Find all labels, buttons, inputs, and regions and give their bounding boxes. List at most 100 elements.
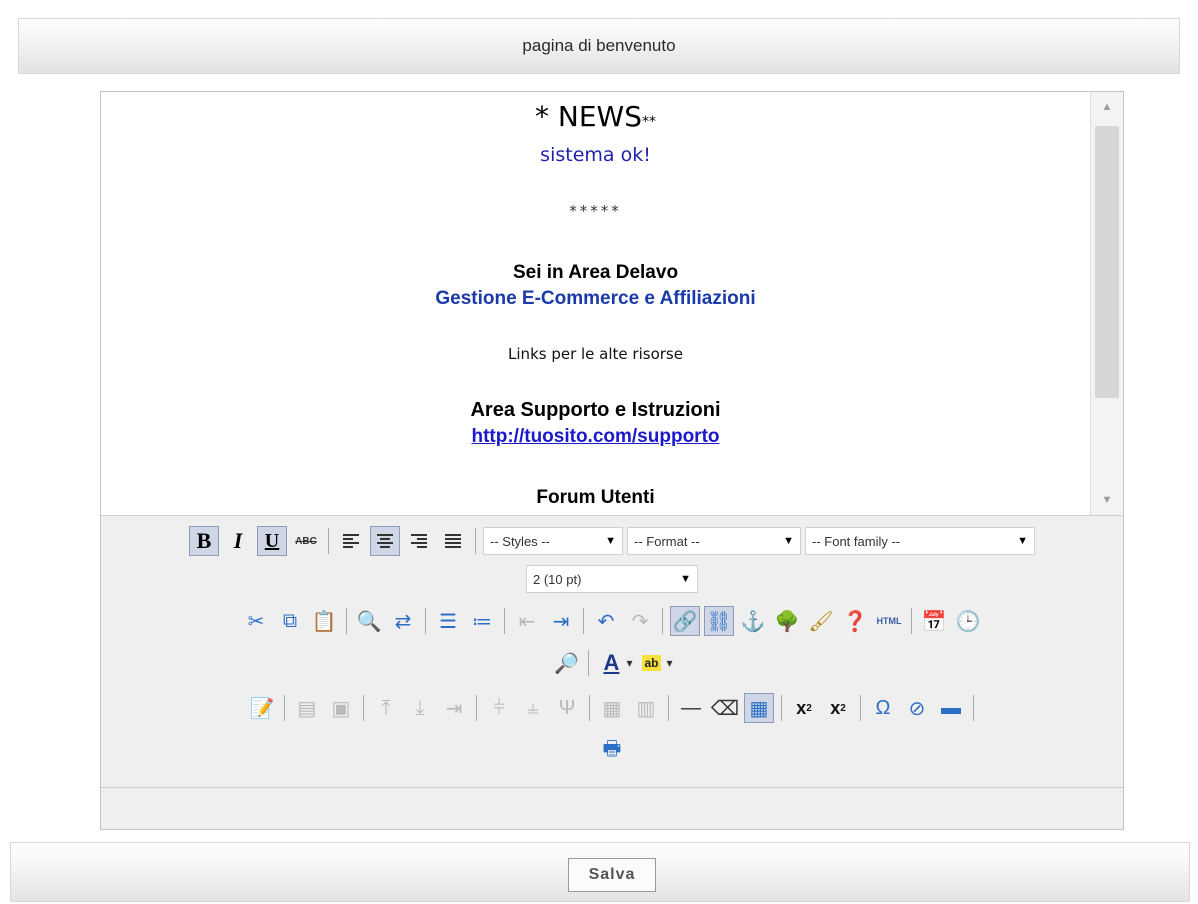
stars-divider: ***** <box>569 202 622 220</box>
chevron-down-icon: ▼ <box>680 573 691 585</box>
toolbar-row-preview: 🔎 A ▾ ab ▾ <box>101 646 1123 680</box>
help-icon[interactable]: ❓ <box>840 606 870 636</box>
edit-css-icon[interactable]: 📝 <box>247 693 277 723</box>
toolbar-separator <box>860 695 861 721</box>
redo-icon[interactable]: ↷ <box>625 606 655 636</box>
font-family-select[interactable]: -- Font family -- ▼ <box>805 527 1035 555</box>
page-header: pagina di benvenuto <box>18 18 1180 74</box>
toolbar-separator <box>363 695 364 721</box>
toolbar-separator <box>588 650 590 676</box>
merge-cells-icon[interactable]: ▥ <box>631 693 661 723</box>
replace-icon[interactable]: ⇄ <box>388 606 418 636</box>
cut-icon[interactable]: ✂ <box>241 606 271 636</box>
undo-icon[interactable]: ↶ <box>591 606 621 636</box>
toolbar-separator <box>911 608 912 634</box>
text-color-icon[interactable]: A <box>596 648 626 678</box>
delete-column-icon[interactable]: Ψ <box>552 693 582 723</box>
insert-flash-icon[interactable]: ⊘ <box>902 693 932 723</box>
bullet-list-icon[interactable]: ☰ <box>433 606 463 636</box>
print-icon[interactable]: 🖶 <box>597 736 627 766</box>
underline-button[interactable]: U <box>257 526 287 556</box>
scrollbar-thumb[interactable] <box>1095 126 1119 398</box>
copy-icon[interactable]: ⧉ <box>275 606 305 636</box>
toolbar-separator <box>662 608 663 634</box>
status-line: sistema ok! <box>540 144 651 166</box>
background-color-icon[interactable]: ab <box>637 648 667 678</box>
align-left-icon[interactable] <box>336 526 366 556</box>
text-color-chevron-down-icon[interactable]: ▾ <box>626 656 632 670</box>
editor-toolbar: B I U ABC -- Styles -- ▼ -- Format -- ▼ … <box>101 515 1123 787</box>
scroll-up-arrow-icon[interactable]: ▲ <box>1095 95 1119 119</box>
styles-select-value: -- Styles -- <box>490 533 550 549</box>
toolbar-separator <box>328 528 329 554</box>
toolbar-separator <box>583 608 584 634</box>
format-select-value: -- Format -- <box>634 533 700 549</box>
chevron-down-icon: ▼ <box>605 535 616 547</box>
cell-properties-icon[interactable]: ▣ <box>326 693 356 723</box>
toolbar-row-formatting: B I U ABC -- Styles -- ▼ -- Format -- ▼ … <box>101 523 1123 559</box>
font-family-select-value: -- Font family -- <box>812 533 901 549</box>
background-color-chevron-down-icon[interactable]: ▾ <box>667 656 673 670</box>
toolbar-separator <box>504 608 505 634</box>
insert-date-icon[interactable]: 📅 <box>919 606 949 636</box>
support-link[interactable]: http://tuosito.com/supporto <box>101 426 1090 448</box>
insert-time-icon[interactable]: 🕒 <box>953 606 983 636</box>
content-scrollbar[interactable]: ▲ ▼ <box>1090 92 1123 515</box>
visual-aid-icon[interactable]: ▦ <box>744 693 774 723</box>
styles-select[interactable]: -- Styles -- ▼ <box>483 527 623 555</box>
font-size-select-value: 2 (10 pt) <box>533 571 582 587</box>
image-icon[interactable]: 🌳 <box>772 606 802 636</box>
insert-row-after-icon[interactable]: ⤓ <box>405 693 435 723</box>
toolbar-separator <box>668 695 669 721</box>
page-title: pagina di benvenuto <box>522 36 676 55</box>
insert-column-after-icon[interactable]: ⫨ <box>518 693 548 723</box>
special-character-icon[interactable]: Ω <box>868 693 898 723</box>
format-select[interactable]: -- Format -- ▼ <box>627 527 801 555</box>
forum-title: Forum Utenti <box>536 487 655 508</box>
remove-format-icon[interactable]: ⌫ <box>710 693 740 723</box>
horizontal-rule-icon[interactable]: — <box>676 693 706 723</box>
insert-column-before-icon[interactable]: ⫩ <box>484 693 514 723</box>
toolbar-separator <box>346 608 347 634</box>
subscript-icon[interactable]: x2 <box>789 693 819 723</box>
split-cells-icon[interactable]: ▦ <box>597 693 627 723</box>
unlink-icon[interactable]: ⛓ <box>704 606 734 636</box>
italic-button[interactable]: I <box>223 526 253 556</box>
toolbar-separator <box>781 695 782 721</box>
cleanup-icon[interactable]: 🖌 <box>806 606 836 636</box>
align-justify-icon[interactable] <box>438 526 468 556</box>
toolbar-separator <box>973 695 974 721</box>
save-button[interactable]: Salva <box>568 858 656 892</box>
html-source-button[interactable]: HTML <box>874 606 904 636</box>
chevron-down-icon: ▼ <box>783 535 794 547</box>
align-right-icon[interactable] <box>404 526 434 556</box>
insert-row-before-icon[interactable]: ⤒ <box>371 693 401 723</box>
toolbar-row-editing: ✂ ⧉ 📋 🔍 ⇄ ☰ ≔ ⇤ ⇥ ↶ ↷ 🔗 ⛓ ⚓ 🌳 🖌 ❓ HTML 📅 <box>101 601 1123 641</box>
find-icon[interactable]: 🔍 <box>354 606 384 636</box>
bold-button[interactable]: B <box>189 526 219 556</box>
editor-content[interactable]: * NEWS** sistema ok! ***** Sei in Area D… <box>101 92 1090 515</box>
numbered-list-icon[interactable]: ≔ <box>467 606 497 636</box>
strikethrough-button[interactable]: ABC <box>291 526 321 556</box>
outdent-icon[interactable]: ⇤ <box>512 606 542 636</box>
indent-icon[interactable]: ⇥ <box>546 606 576 636</box>
scroll-down-arrow-icon[interactable]: ▼ <box>1095 488 1119 512</box>
paste-icon[interactable]: 📋 <box>309 606 339 636</box>
support-title: Area Supporto e Istruzioni <box>470 399 721 421</box>
area-subtitle: Gestione E-Commerce e Affiliazioni <box>435 288 756 309</box>
rich-text-editor: * NEWS** sistema ok! ***** Sei in Area D… <box>100 91 1124 830</box>
toolbar-row-print: 🖶 <box>101 734 1123 768</box>
align-center-icon[interactable] <box>370 526 400 556</box>
link-icon[interactable]: 🔗 <box>670 606 700 636</box>
toolbar-separator <box>284 695 285 721</box>
news-heading: * NEWS** <box>535 100 656 133</box>
delete-row-icon[interactable]: ⇥ <box>439 693 469 723</box>
font-size-select[interactable]: 2 (10 pt) ▼ <box>526 565 698 593</box>
toolbar-separator <box>425 608 426 634</box>
preview-icon[interactable]: 🔎 <box>551 648 581 678</box>
insert-layer-icon[interactable]: ▬ <box>936 693 966 723</box>
anchor-icon[interactable]: ⚓ <box>738 606 768 636</box>
superscript-icon[interactable]: x2 <box>823 693 853 723</box>
row-properties-icon[interactable]: ▤ <box>292 693 322 723</box>
area-title: Sei in Area Delavo <box>512 262 679 283</box>
